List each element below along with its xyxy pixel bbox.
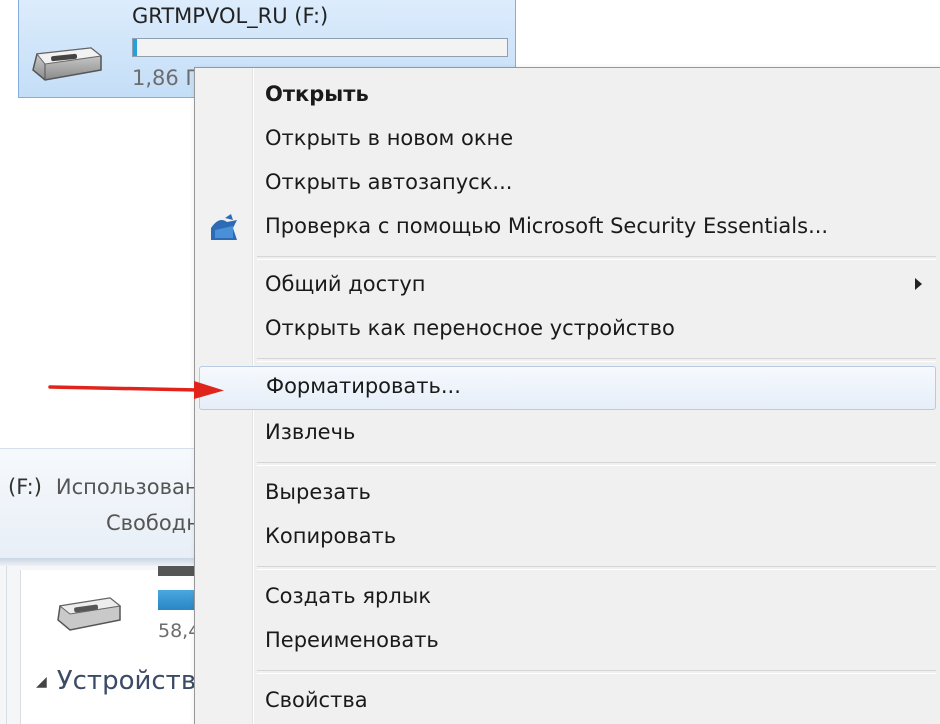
menu-item-sharing[interactable]: Общий доступ xyxy=(199,266,936,306)
menu-item-label: Открыть автозапуск... xyxy=(265,170,513,194)
menu-item-label: Форматировать... xyxy=(266,374,461,398)
menu-item-rename[interactable]: Переименовать xyxy=(199,622,936,662)
menu-item-label: Вырезать xyxy=(265,480,371,504)
menu-item-label: Извлечь xyxy=(265,420,356,444)
menu-item-format[interactable]: Форматировать... xyxy=(199,366,936,410)
devices-section-header[interactable]: ◢ Устройстве xyxy=(36,666,212,696)
menu-item-label: Открыть как переносное устройство xyxy=(265,316,675,340)
drive-name: GRTMPVOL_RU (F:) xyxy=(132,4,329,28)
window-2-left-edge xyxy=(0,566,7,724)
menu-separator xyxy=(257,566,936,570)
menu-item-open-new-window[interactable]: Открыть в новом окне xyxy=(199,120,936,160)
drive-2-usage-bar xyxy=(158,590,198,610)
details-drive-line: (F:) Использован xyxy=(8,475,199,499)
menu-item-cut[interactable]: Вырезать xyxy=(199,474,936,514)
menu-item-open-as-portable[interactable]: Открыть как переносное устройство xyxy=(199,310,936,350)
menu-item-label: Общий доступ xyxy=(265,272,426,296)
drive-usage-bar xyxy=(132,38,508,57)
security-essentials-icon xyxy=(207,212,241,248)
collapse-triangle-icon: ◢ xyxy=(36,673,47,690)
devices-section-label: Устройстве xyxy=(56,666,213,696)
menu-item-label: Свойства xyxy=(265,688,368,712)
details-drive-letter: (F:) xyxy=(8,475,42,499)
menu-item-label: Переименовать xyxy=(265,628,439,652)
menu-item-open[interactable]: Открыть xyxy=(199,76,936,116)
menu-separator xyxy=(257,670,936,674)
menu-item-scan-mse[interactable]: Проверка с помощью Microsoft Security Es… xyxy=(199,208,936,248)
drive-2-label-fragment xyxy=(158,566,198,576)
removable-drive-icon xyxy=(31,42,103,90)
menu-separator xyxy=(257,256,936,260)
menu-item-properties[interactable]: Свойства xyxy=(199,682,936,722)
menu-item-label: Создать ярлык xyxy=(265,584,432,608)
drive-usage-fill xyxy=(133,39,137,56)
context-menu: Открыть Открыть в новом окне Открыть авт… xyxy=(194,67,940,724)
annotation-arrow-icon xyxy=(48,376,228,404)
menu-item-eject[interactable]: Извлечь xyxy=(199,414,936,454)
menu-item-open-autoplay[interactable]: Открыть автозапуск... xyxy=(199,164,936,204)
menu-separator xyxy=(257,358,936,362)
drive-free-space: 1,86 Г xyxy=(132,66,199,90)
menu-item-label: Проверка с помощью Microsoft Security Es… xyxy=(265,214,829,238)
details-free-label: Свободн xyxy=(106,511,200,535)
menu-item-label: Открыть в новом окне xyxy=(265,126,514,150)
submenu-arrow-icon xyxy=(915,278,922,290)
details-used-label: Использован xyxy=(55,475,199,499)
menu-item-label: Открыть xyxy=(265,82,369,106)
menu-item-create-shortcut[interactable]: Создать ярлык xyxy=(199,578,936,618)
menu-item-copy[interactable]: Копировать xyxy=(199,518,936,558)
hard-drive-icon[interactable] xyxy=(56,592,122,640)
menu-item-label: Копировать xyxy=(265,524,397,548)
menu-separator xyxy=(257,462,936,466)
